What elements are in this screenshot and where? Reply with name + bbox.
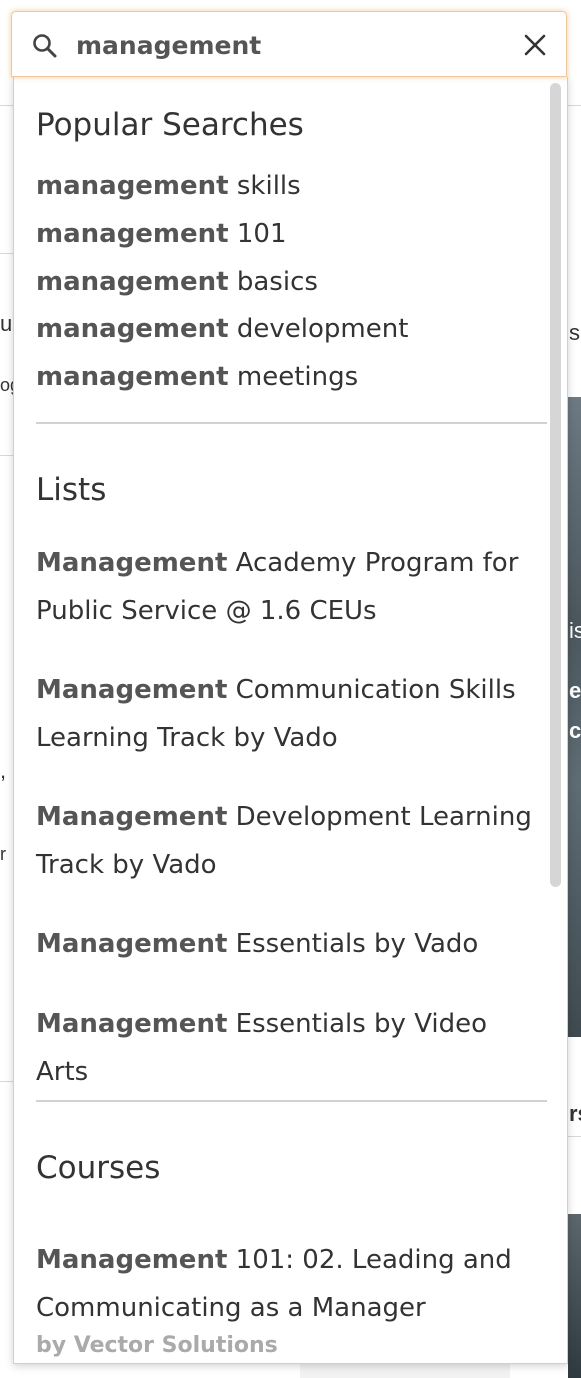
background-text-fragment: r [0, 844, 6, 864]
background-text-fragment: s [569, 320, 580, 345]
background-divider [568, 1136, 581, 1137]
match-highlight: management [36, 219, 229, 249]
popular-search-item[interactable]: management skills [36, 171, 301, 202]
list-result-item[interactable]: Management Essentials by Video Arts [36, 1000, 541, 1096]
background-text-fragment: e [569, 678, 581, 703]
course-provider: by Vector Solutions [36, 1333, 278, 1358]
background-text-fragment: , [0, 758, 7, 783]
popular-search-item[interactable]: management meetings [36, 362, 358, 393]
popular-search-item[interactable]: management basics [36, 267, 318, 298]
background-card [300, 1364, 510, 1378]
match-highlight: management [36, 362, 229, 392]
background-image [568, 1214, 581, 1378]
list-result-item[interactable]: Management Essentials by Vado [36, 920, 541, 968]
match-highlight: Management [36, 1009, 228, 1039]
search-icon [31, 32, 59, 60]
scrollbar[interactable] [550, 83, 561, 887]
courses-heading: Courses [36, 1150, 161, 1186]
result-text: Essentials by Vado [227, 929, 479, 959]
search-input[interactable] [76, 26, 496, 64]
suggestion-text: development [228, 314, 409, 344]
list-result-item[interactable]: Management Development Learning Track by… [36, 793, 541, 889]
course-result-item[interactable]: Management 101: 02. Leading and Communic… [36, 1236, 541, 1360]
background-text-fragment: is [569, 618, 581, 643]
section-divider [36, 422, 547, 424]
suggestion-text: skills [228, 171, 301, 201]
match-highlight: management [36, 171, 229, 201]
match-highlight: Management [36, 675, 228, 705]
match-highlight: Management [36, 929, 228, 959]
background-image [568, 397, 581, 1037]
close-icon[interactable] [522, 32, 548, 58]
background-text-fragment: rs [569, 1101, 581, 1126]
search-suggestions-dropdown: Popular Searches management skills manag… [13, 77, 568, 1364]
search-bar [11, 11, 567, 77]
section-divider [36, 1100, 547, 1102]
match-highlight: management [36, 314, 229, 344]
background-divider [0, 455, 14, 456]
popular-searches-heading: Popular Searches [36, 107, 304, 143]
suggestion-text: basics [228, 267, 318, 297]
lists-heading: Lists [36, 472, 107, 508]
suggestion-text: 101 [228, 219, 287, 249]
popular-search-item[interactable]: management 101 [36, 219, 287, 250]
match-highlight: Management [36, 1245, 228, 1275]
match-highlight: management [36, 267, 229, 297]
match-highlight: Management [36, 802, 228, 832]
background-divider [0, 1081, 14, 1082]
popular-search-item[interactable]: management development [36, 314, 408, 345]
list-result-item[interactable]: Management Academy Program for Public Se… [36, 539, 541, 635]
background-text-fragment: c [569, 718, 581, 743]
list-result-item[interactable]: Management Communication Skills Learning… [36, 666, 541, 762]
match-highlight: Management [36, 548, 228, 578]
background-divider [0, 253, 14, 254]
suggestion-text: meetings [228, 362, 359, 392]
